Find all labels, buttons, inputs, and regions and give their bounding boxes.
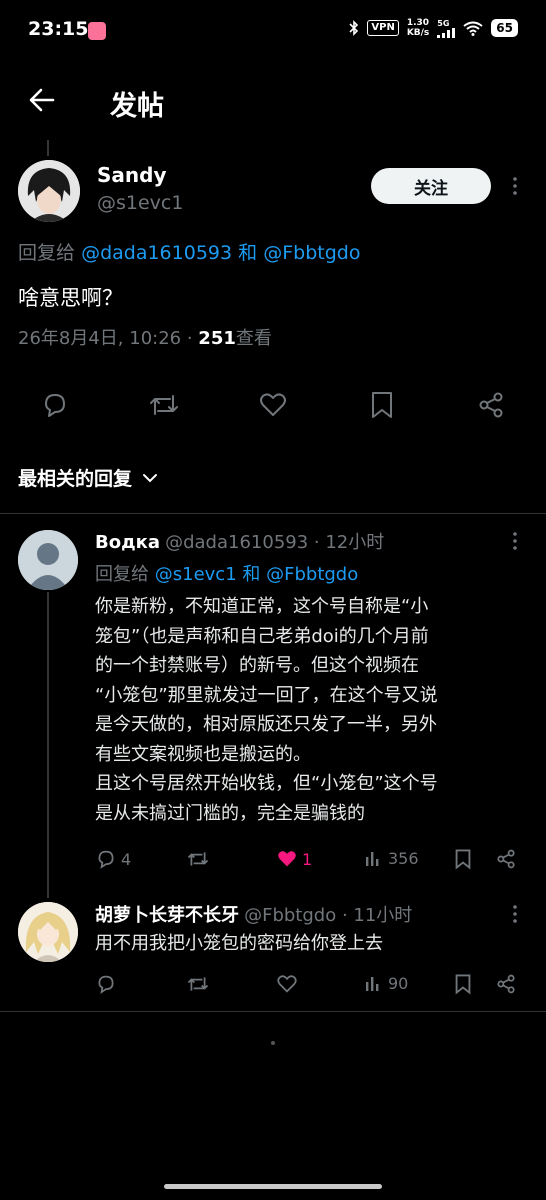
views-icon xyxy=(364,973,384,993)
views-icon xyxy=(364,848,384,868)
bluetooth-icon xyxy=(349,20,359,36)
app-notification-icon xyxy=(88,22,106,40)
home-indicator[interactable] xyxy=(164,1184,382,1189)
reply-icon[interactable] xyxy=(40,390,70,420)
thread-connector xyxy=(47,592,49,898)
like-count: 1 xyxy=(302,849,313,869)
mention-link[interactable]: @Fbbtgdo xyxy=(263,242,360,264)
like-icon[interactable] xyxy=(258,390,288,420)
more-icon[interactable] xyxy=(505,176,525,196)
avatar[interactable] xyxy=(18,530,78,590)
post-date: 26年8月4日, 10:26 · xyxy=(18,328,199,349)
share-icon[interactable] xyxy=(495,848,517,870)
mention-link[interactable]: @s1evc1 xyxy=(155,564,237,585)
like-icon[interactable] xyxy=(276,973,298,995)
reply-handle-time[interactable]: @Fbbtgdo · 11小时 xyxy=(244,905,412,926)
follow-button[interactable]: 关注 xyxy=(371,168,491,204)
reply-sort-dropdown[interactable]: 最相关的回复 xyxy=(18,464,158,491)
signal-icon: 5G xyxy=(437,19,456,38)
back-arrow-icon[interactable] xyxy=(28,86,56,114)
author-name[interactable]: Sandy xyxy=(97,163,167,187)
bookmark-icon[interactable] xyxy=(453,973,473,995)
reply-handle-time[interactable]: @dada1610593 · 12小时 xyxy=(165,532,384,553)
like-icon xyxy=(276,848,298,870)
wifi-icon xyxy=(463,21,483,36)
chevron-down-icon xyxy=(142,470,158,486)
share-icon[interactable] xyxy=(476,390,506,420)
avatar[interactable] xyxy=(18,160,80,222)
reply-text: 你是新粉，不知道正常，这个号自称是“小 笼包”（也是声称和自己老弟doi的几个月… xyxy=(95,596,438,824)
post-meta: 26年8月4日, 10:26 · 251查看 xyxy=(18,324,272,350)
loading-indicator xyxy=(271,1041,275,1045)
replying-to: 回复给 @s1evc1 和 @Fbbtgdo xyxy=(95,564,359,585)
views-button[interactable]: 90 xyxy=(364,973,408,993)
network-speed: 1.30 KB/s xyxy=(406,18,430,38)
views-count: 90 xyxy=(388,973,409,993)
views-count: 356 xyxy=(388,848,419,868)
view-label[interactable]: 查看 xyxy=(236,328,272,349)
vpn-badge: VPN xyxy=(367,20,399,36)
more-icon[interactable] xyxy=(505,904,525,924)
thread-connector xyxy=(47,140,49,156)
replying-to: 回复给 @dada1610593 和 @Fbbtgdo xyxy=(18,242,361,264)
battery-indicator: 65 xyxy=(491,19,518,37)
author-handle[interactable]: @s1evc1 xyxy=(97,192,183,214)
view-count[interactable]: 251 xyxy=(198,328,236,349)
post-actions xyxy=(0,384,546,428)
reply-text: 用不用我把小笼包的密码给你登上去 xyxy=(95,933,383,954)
bookmark-icon[interactable] xyxy=(368,390,396,420)
reply-icon[interactable] xyxy=(95,973,117,995)
more-icon[interactable] xyxy=(505,531,525,551)
status-indicators: VPN 1.30 KB/s 5G 65 xyxy=(349,18,518,38)
repost-icon[interactable] xyxy=(186,848,210,870)
reply-icon xyxy=(95,848,117,870)
reply-count: 4 xyxy=(121,849,132,869)
divider xyxy=(0,513,546,514)
page-title: 发帖 xyxy=(110,91,164,122)
reply-author-name[interactable]: Водка xyxy=(95,532,160,553)
reply-header: Водка @dada1610593 · 12小时 xyxy=(95,528,384,554)
repost-icon[interactable] xyxy=(186,973,210,995)
repost-icon[interactable] xyxy=(148,390,180,420)
reply-header: 胡萝卜长芽不长牙 @Fbbtgdo · 11小时 xyxy=(95,901,412,927)
views-button[interactable]: 356 xyxy=(364,848,419,868)
mention-link[interactable]: @Fbbtgdo xyxy=(266,564,358,585)
bookmark-icon[interactable] xyxy=(453,848,473,870)
reply-author-name[interactable]: 胡萝卜长芽不长牙 xyxy=(95,905,239,926)
share-icon[interactable] xyxy=(495,973,517,995)
avatar[interactable] xyxy=(18,902,78,962)
mention-link[interactable]: @dada1610593 xyxy=(81,242,232,264)
status-time: 23:15 xyxy=(28,18,89,40)
post-text: 啥意思啊？ xyxy=(18,286,123,310)
divider xyxy=(0,1011,546,1012)
like-button[interactable]: 1 xyxy=(276,848,312,870)
reply-button[interactable]: 4 xyxy=(95,848,131,870)
